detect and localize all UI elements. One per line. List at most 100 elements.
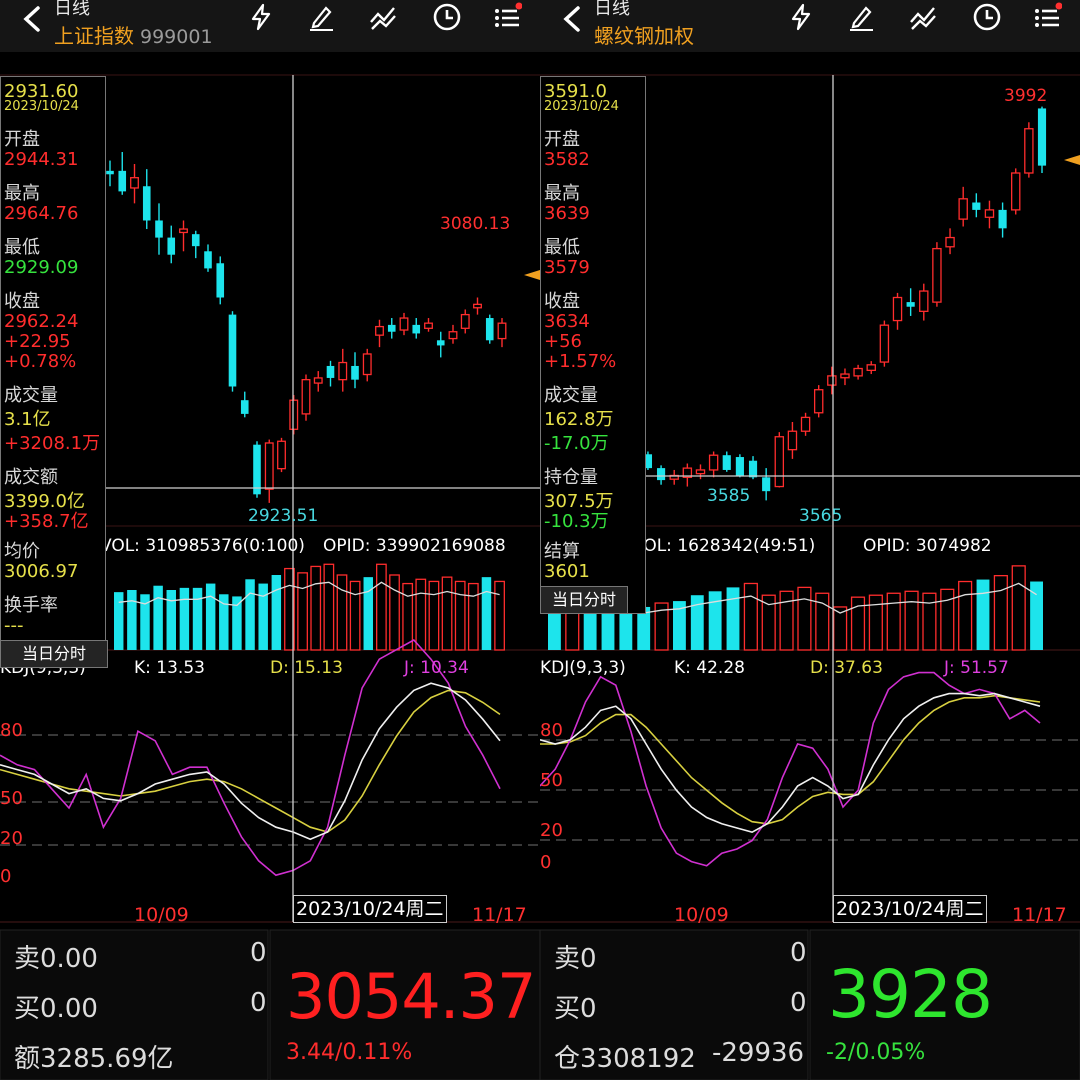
price-change: -2/0.05%: [826, 1040, 926, 1065]
candle-body: [906, 302, 915, 307]
candle-body: [362, 353, 372, 376]
candle-body: [277, 440, 286, 470]
info-high: 2964.76: [4, 203, 79, 224]
volume-bar: [245, 579, 255, 650]
back-arrow-icon[interactable]: [554, 2, 588, 36]
candle-body: [813, 389, 824, 414]
volume-bar: [310, 565, 322, 651]
clock-icon[interactable]: [432, 2, 462, 32]
kdj-axis-50: 50: [0, 788, 23, 809]
volume-bar: [797, 586, 812, 651]
volume-bar: [993, 575, 1008, 651]
k-readout: K: 13.53: [134, 658, 205, 678]
date-axis-start: 10/09: [674, 904, 729, 926]
candle-body: [972, 202, 981, 210]
volume-bar: [743, 582, 758, 651]
clock-icon[interactable]: [972, 2, 1002, 32]
candle-body: [253, 444, 261, 495]
candle-body: [473, 303, 482, 309]
d-readout: D: 37.63: [810, 658, 883, 678]
volume-bar: [481, 577, 492, 650]
info-low-label: 最低: [544, 237, 580, 258]
info-high: 3639: [544, 203, 590, 224]
candle-body: [106, 170, 114, 175]
info-turnover: ---: [4, 615, 24, 636]
candle-body: [853, 367, 863, 377]
security-title: 上证指数: [54, 24, 134, 48]
draw-pen-icon[interactable]: [306, 2, 336, 32]
menu-list-icon[interactable]: [1032, 2, 1062, 32]
volume-bar: [868, 594, 883, 651]
info-close: 3634: [544, 311, 590, 332]
volume-bar: [402, 582, 414, 651]
kdj-label: KDJ(9,3,3): [540, 658, 626, 678]
intraday-button[interactable]: 当日分时: [540, 586, 628, 614]
volume-bar: [153, 585, 163, 650]
intraday-button[interactable]: 当日分时: [0, 640, 108, 668]
candle-body: [984, 209, 995, 218]
candle-body: [485, 318, 494, 341]
volume-bar: [127, 590, 137, 650]
candle-body: [762, 477, 771, 492]
header: 日线 螺纹钢加权: [540, 0, 1080, 52]
sell-row: 卖0: [554, 938, 597, 975]
info-amount-label: 成交额: [4, 467, 58, 488]
volume-bar: [726, 587, 740, 650]
lightning-icon[interactable]: [786, 2, 816, 32]
back-arrow-icon[interactable]: [14, 2, 48, 36]
info-volume-label: 成交量: [544, 385, 598, 406]
last-price: 3928: [828, 956, 993, 1033]
candle-body: [375, 325, 384, 336]
amount-label: 额: [14, 1044, 41, 1074]
position-label: 仓: [554, 1044, 581, 1074]
chart-panel-right: 日线 螺纹钢加权 3992 3585 3565 VOL: 1628342(49:…: [540, 0, 1080, 1080]
buy-qty: 0: [790, 988, 807, 1018]
volume-bar: [708, 591, 722, 650]
opid-readout: OPID: 339902169088: [323, 536, 506, 556]
candle-body: [695, 469, 706, 475]
candle-body: [204, 251, 212, 269]
candle-body: [179, 228, 188, 234]
security-name: 上证指数 999001: [54, 20, 213, 49]
info-volume: 162.8万: [544, 409, 614, 430]
lightning-icon[interactable]: [246, 2, 276, 32]
high-annotation: 3992: [1004, 86, 1048, 106]
candle-body: [313, 377, 323, 384]
menu-list-icon[interactable]: [492, 2, 522, 32]
candle-body: [958, 198, 968, 220]
sell-row: 卖0.00: [14, 938, 98, 975]
volume-bar: [454, 580, 466, 651]
candle-body: [722, 455, 731, 470]
info-low: 3579: [544, 257, 590, 278]
indicator-icon[interactable]: [908, 2, 938, 32]
info-low: 2929.09: [4, 257, 79, 278]
candle-body: [1011, 172, 1021, 211]
info-open: 2944.31: [4, 149, 79, 170]
info-settle: 3601: [544, 561, 590, 582]
period-label[interactable]: 日线: [594, 0, 630, 20]
buy-label: 买: [554, 994, 581, 1024]
period-label[interactable]: 日线: [54, 0, 90, 20]
candle-body: [787, 430, 798, 451]
info-date: 2023/10/24: [544, 99, 619, 114]
candle-body: [424, 322, 433, 329]
info-turnover-label: 换手率: [4, 595, 58, 616]
kdj-axis-80: 80: [0, 720, 23, 741]
candle-body: [338, 361, 348, 381]
candle-body: [289, 399, 299, 430]
volume-bar: [976, 579, 990, 650]
volume-bar: [271, 575, 282, 650]
info-high-label: 最高: [4, 183, 40, 204]
kdj-k-line: [0, 682, 501, 841]
volume-bar: [958, 580, 973, 651]
info-avg: 3006.97: [4, 561, 79, 582]
candle-body: [879, 324, 890, 363]
last-price: 3054.37: [286, 960, 536, 1033]
price-change: 3.44/0.11%: [286, 1040, 413, 1065]
draw-pen-icon[interactable]: [846, 2, 876, 32]
candle-body: [840, 373, 850, 379]
info-change: +56: [544, 331, 582, 352]
info-volume-change: -17.0万: [544, 433, 609, 454]
header: 日线 上证指数 999001: [0, 0, 540, 52]
indicator-icon[interactable]: [368, 2, 398, 32]
